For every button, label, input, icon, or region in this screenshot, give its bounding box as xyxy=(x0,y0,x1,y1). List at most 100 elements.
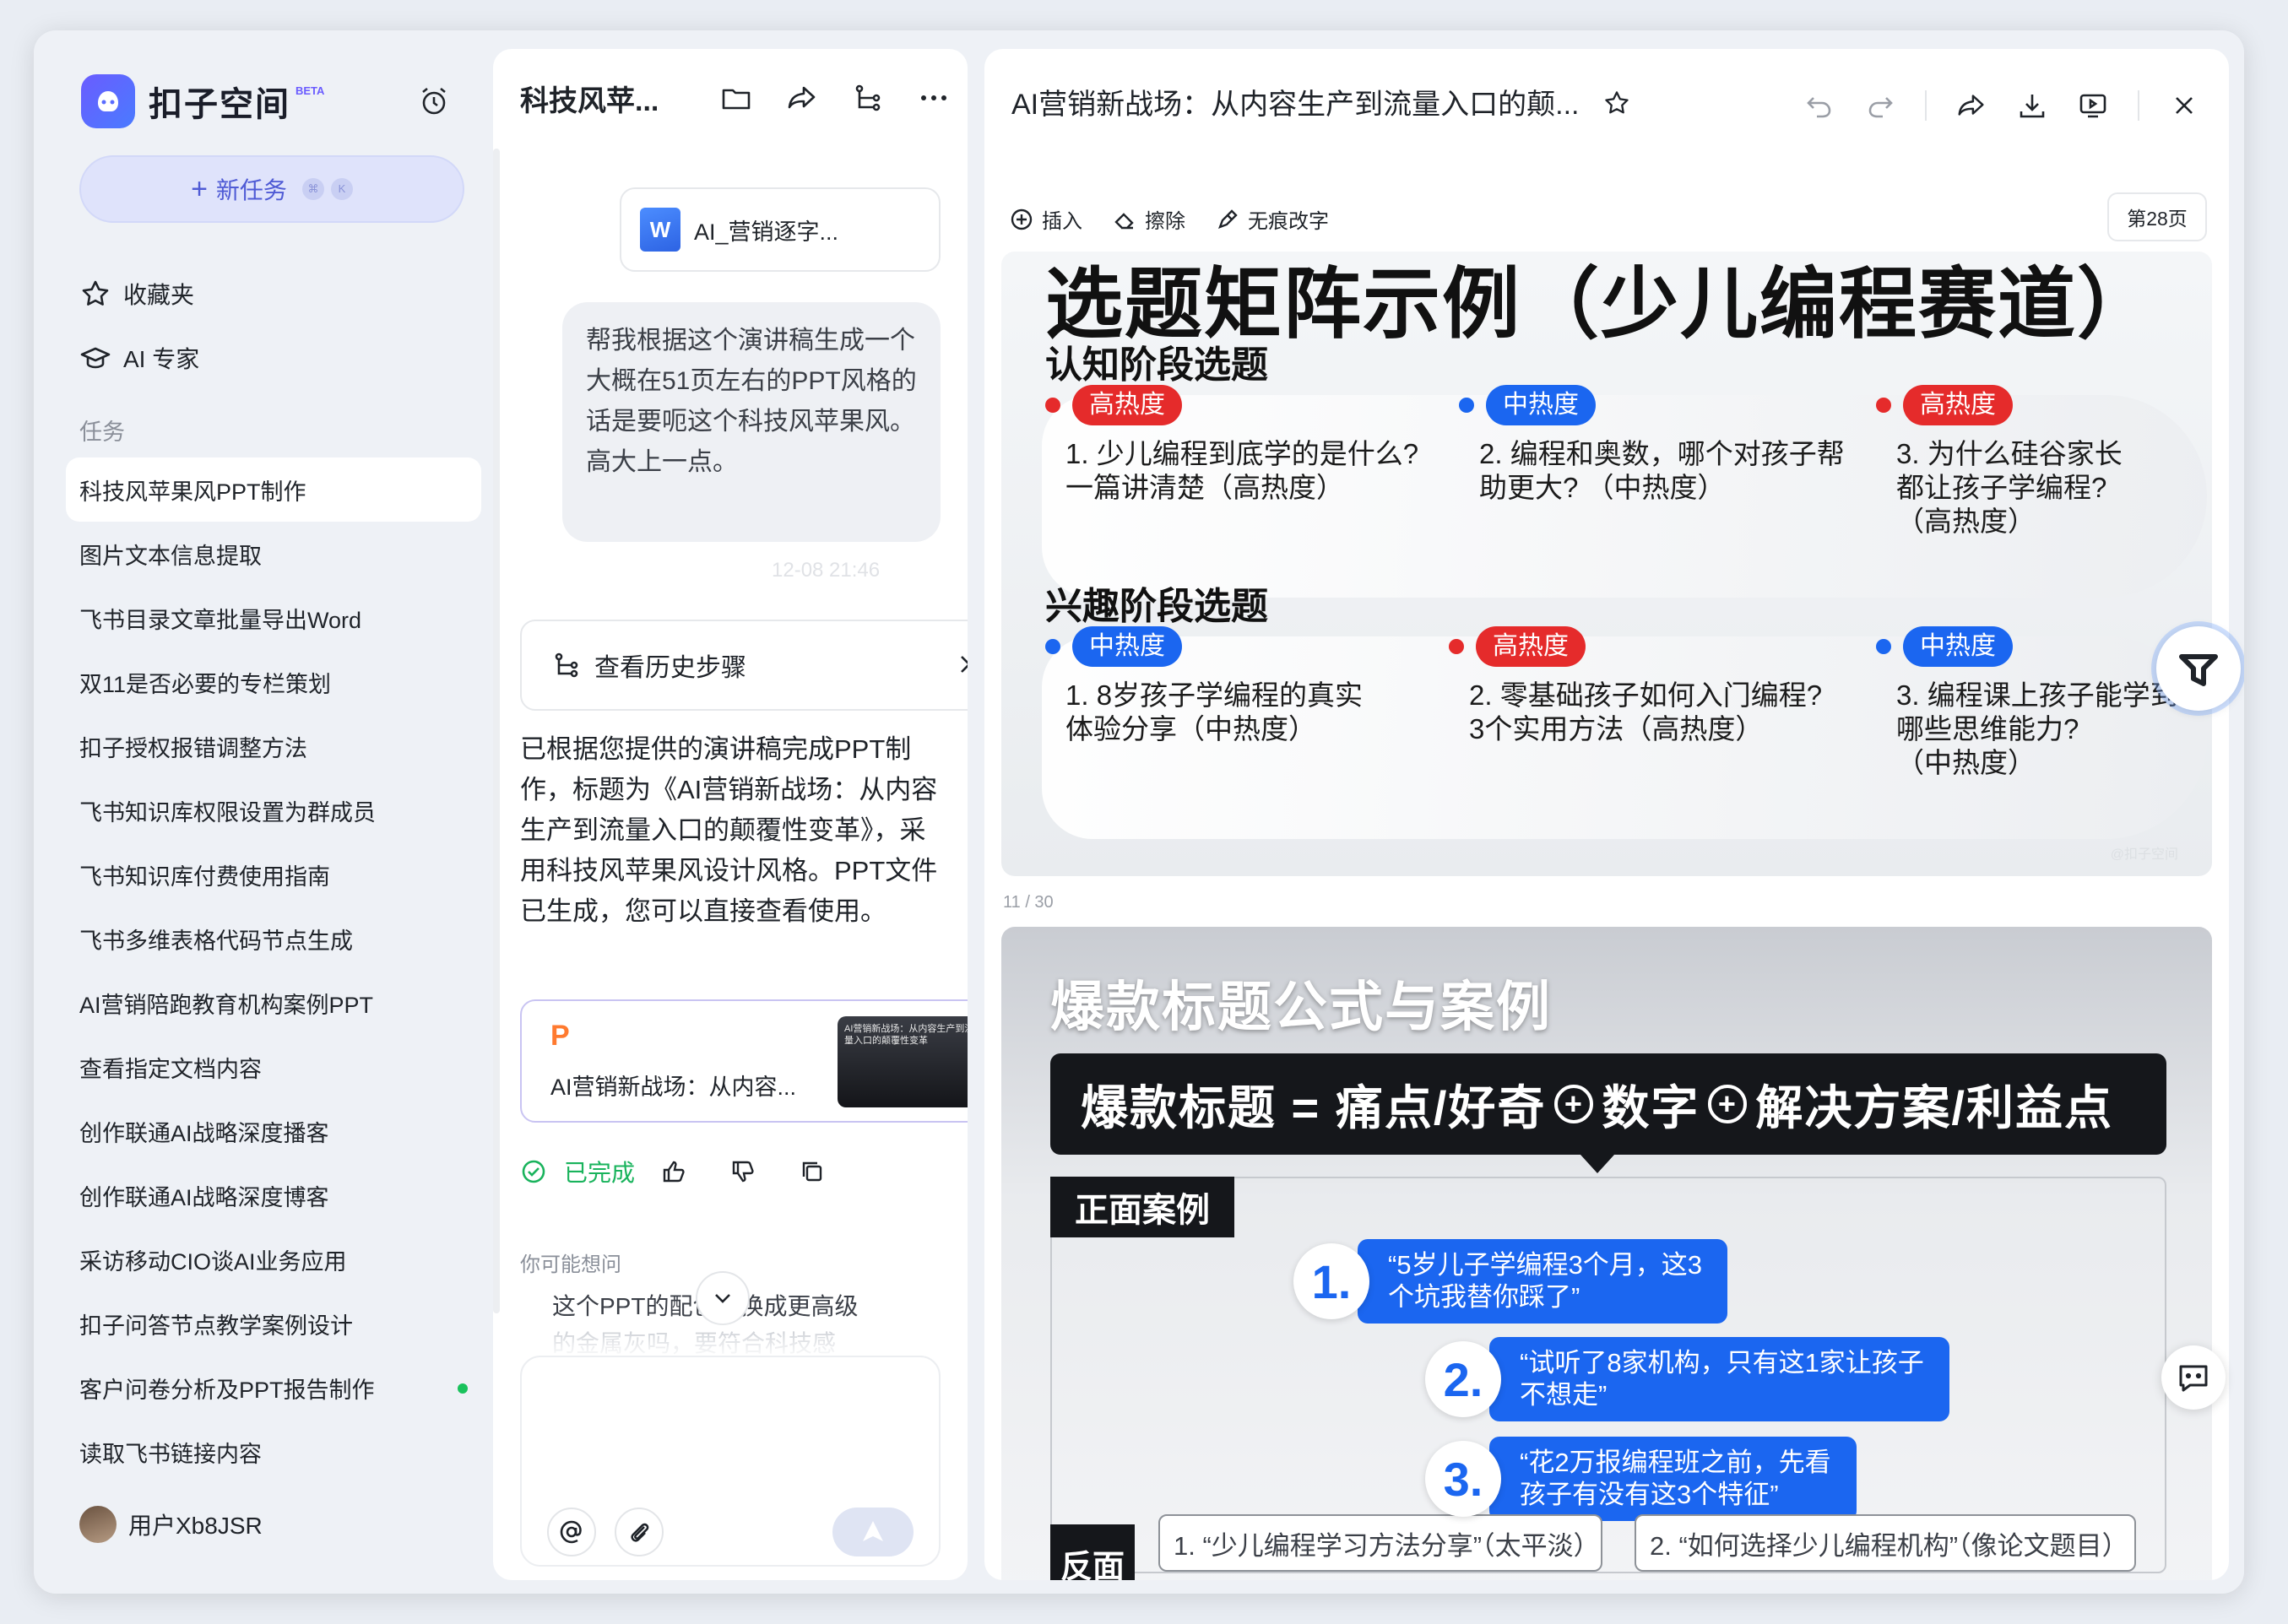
message-input[interactable] xyxy=(520,1356,941,1567)
chat-title[interactable]: 科技风苹... xyxy=(520,78,687,119)
redo-icon[interactable] xyxy=(1864,89,1896,122)
task-label: 采访移动CIO谈AI业务应用 xyxy=(79,1248,347,1275)
share-icon[interactable] xyxy=(1955,89,1987,122)
ppt-file-title: AI营销新战场：从内容... xyxy=(550,1075,797,1100)
pen-icon xyxy=(1217,208,1238,229)
folder-icon[interactable] xyxy=(719,81,753,115)
insert-button[interactable]: 插入 xyxy=(1010,204,1082,234)
case-text: “花2万报编程班之前，先看 孩子有没有这3个特征” xyxy=(1489,1437,1857,1521)
task-label: 扣子授权报错调整方法 xyxy=(79,735,307,761)
task-label: 创作联通AI战略深度播客 xyxy=(79,1120,329,1146)
check-circle-icon xyxy=(522,1160,545,1183)
share-icon[interactable] xyxy=(785,81,819,115)
slide-headline-formula[interactable]: 爆款标题公式与案例 爆款标题 = 痛点/好奇 + 数字 + 解决方案/利益点 正… xyxy=(1001,927,2212,1580)
assistant-reply: 已根据您提供的演讲稿完成PPT制作，标题为《AI营销新战场：从内容生产到流量入口… xyxy=(520,734,938,926)
ai-assistant-button[interactable] xyxy=(2156,626,2241,711)
view-history-label: 查看历史步骤 xyxy=(594,654,746,682)
slide-counter: 11 / 30 xyxy=(1003,893,1054,912)
view-history-button[interactable]: 查看历史步骤 xyxy=(520,620,968,711)
nav-ai-expert-label: AI 专家 xyxy=(123,346,200,372)
heat-badge: 高热度 xyxy=(1876,385,2123,425)
chat-header: 科技风苹... xyxy=(520,74,951,122)
task-label: 读取飞书链接内容 xyxy=(79,1441,262,1467)
new-task-button[interactable]: + 新任务 ⌘ K xyxy=(79,155,464,223)
nav-favorites[interactable]: 收藏夹 xyxy=(79,277,194,311)
message-timestamp: 12-08 21:46 xyxy=(772,559,881,582)
erase-button[interactable]: 擦除 xyxy=(1113,204,1185,234)
case-text: “试听了8家机构，只有这1家让孩子 不想走” xyxy=(1489,1337,1949,1421)
workflow-icon[interactable] xyxy=(851,81,885,115)
preview-panel: AI营销新战场：从内容生产到流量入口的颠... 插入 擦除 无痕改字 第28页 … xyxy=(984,49,2229,1580)
task-item[interactable]: 双11是否必要的专栏策划 xyxy=(66,650,481,714)
ppt-file-card[interactable]: P AI营销新战场：从内容... AI营销新战场：从内容生产到流量入口的颠覆性变… xyxy=(520,999,968,1123)
topic-text: 3. 为什么硅谷家长 都让孩子学编程? （高热度） xyxy=(1896,438,2123,537)
case-item: 3. “花2万报编程班之前，先看 孩子有没有这3个特征” xyxy=(1425,1437,1857,1521)
user-profile[interactable]: 用户Xb8JSR xyxy=(79,1506,263,1543)
app-name: 扣子空间 xyxy=(149,86,290,123)
task-item[interactable]: 查看指定文档内容 xyxy=(66,1035,481,1099)
edit-toolbar: 插入 擦除 无痕改字 xyxy=(1010,204,1359,234)
divider xyxy=(2138,90,2139,121)
task-item[interactable]: 扣子授权报错调整方法 xyxy=(66,714,481,778)
chat-scrollbar[interactable] xyxy=(493,149,500,1313)
logo[interactable]: 扣子空间 BETA xyxy=(81,74,324,128)
mention-button[interactable] xyxy=(547,1508,596,1556)
task-item[interactable]: 科技风苹果风PPT制作 xyxy=(66,457,481,522)
slide-title: 爆款标题公式与案例 xyxy=(1050,977,1552,1037)
copy-icon[interactable] xyxy=(799,1158,826,1185)
graduation-cap-icon xyxy=(80,347,111,369)
new-task-label: 新任务 xyxy=(215,177,287,203)
task-item[interactable]: 飞书知识库付费使用指南 xyxy=(66,842,481,907)
star-icon[interactable] xyxy=(1602,89,1631,117)
suggested-question-text-faded: 的金属灰吗，要符合科技感 xyxy=(552,1330,837,1356)
task-item[interactable]: 飞书多维表格代码节点生成 xyxy=(66,907,481,971)
shortcut-cmd: ⌘ xyxy=(301,178,324,200)
task-item[interactable]: 图片文本信息提取 xyxy=(66,522,481,586)
task-item[interactable]: 飞书目录文章批量导出Word xyxy=(66,586,481,650)
topic-text: 2. 编程和奥数，哪个对孩子帮 助更大? （中热度） xyxy=(1479,438,1845,503)
slide-topic-matrix[interactable]: 选题矩阵示例（少儿编程赛道） 认知阶段选题 兴趣阶段选题 高热度 1. 少儿编程… xyxy=(1001,252,2212,876)
ppt-thumbnail: AI营销新战场：从内容生产到流量入口的颠覆性变革 xyxy=(838,1016,968,1107)
chat-panel: 科技风苹... W AI_营销逐字... 帮我根据这个演讲稿生成一个大概在51页… xyxy=(493,49,968,1580)
negative-case: 1. “少儿编程学习方法分享”（太平淡） xyxy=(1158,1514,1602,1572)
task-item[interactable]: AI营销陪跑教育机构案例PPT xyxy=(66,971,481,1035)
task-item[interactable]: 创作联通AI战略深度博客 xyxy=(66,1163,481,1227)
topic-text: 1. 8岁孩子学编程的真实 体验分享（中热度） xyxy=(1065,679,1364,744)
feedback-chat-button[interactable] xyxy=(2161,1345,2226,1410)
task-item[interactable]: 客户问卷分析及PPT报告制作 xyxy=(66,1356,481,1420)
case-text: “5岁儿子学编程3个月，这3 个坑我替你踩了” xyxy=(1358,1239,1728,1324)
task-item[interactable]: 读取飞书链接内容 xyxy=(66,1420,481,1484)
nav-ai-expert[interactable]: AI 专家 xyxy=(79,341,199,375)
alarm-clock-icon[interactable] xyxy=(417,84,451,118)
more-icon[interactable] xyxy=(917,81,951,115)
task-item[interactable]: 扣子问答节点教学案例设计 xyxy=(66,1291,481,1356)
send-button[interactable] xyxy=(832,1508,914,1556)
task-label: 客户问卷分析及PPT报告制作 xyxy=(79,1377,375,1403)
present-icon[interactable] xyxy=(2077,89,2109,122)
task-label: 查看指定文档内容 xyxy=(79,1056,262,1082)
plus-icon: + xyxy=(191,172,208,205)
page-indicator[interactable]: 第28页 xyxy=(2107,192,2207,241)
task-item[interactable]: 创作联通AI战略深度播客 xyxy=(66,1099,481,1163)
task-item[interactable]: 飞书知识库权限设置为群成员 xyxy=(66,778,481,842)
task-label: 飞书多维表格代码节点生成 xyxy=(79,928,353,954)
preview-title: AI营销新战场：从内容生产到流量入口的颠... xyxy=(1011,81,1631,122)
download-icon[interactable] xyxy=(2016,89,2048,122)
task-item[interactable]: 采访移动CIO谈AI业务应用 xyxy=(66,1227,481,1291)
thumbs-down-icon[interactable] xyxy=(729,1158,756,1185)
case-number: 1. xyxy=(1293,1243,1369,1319)
ai-logo-icon xyxy=(2179,654,2218,686)
avatar xyxy=(79,1506,117,1543)
task-label: 扣子问答节点教学案例设计 xyxy=(79,1313,353,1339)
no-trace-edit-label: 无痕改字 xyxy=(1248,210,1329,233)
close-icon[interactable] xyxy=(2168,89,2200,122)
topic-card: 高热度 2. 零基础孩子如何入门编程? 3个实用方法（高热度） xyxy=(1449,626,1822,746)
scroll-down-button[interactable] xyxy=(696,1271,750,1325)
no-trace-edit-button[interactable]: 无痕改字 xyxy=(1216,204,1329,234)
thumbs-up-icon[interactable] xyxy=(660,1158,687,1185)
attach-button[interactable] xyxy=(615,1508,664,1556)
divider xyxy=(1925,90,1927,121)
undo-icon[interactable] xyxy=(1803,89,1835,122)
attached-file[interactable]: W AI_营销逐字... xyxy=(620,187,941,272)
task-label: 图片文本信息提取 xyxy=(79,543,262,569)
